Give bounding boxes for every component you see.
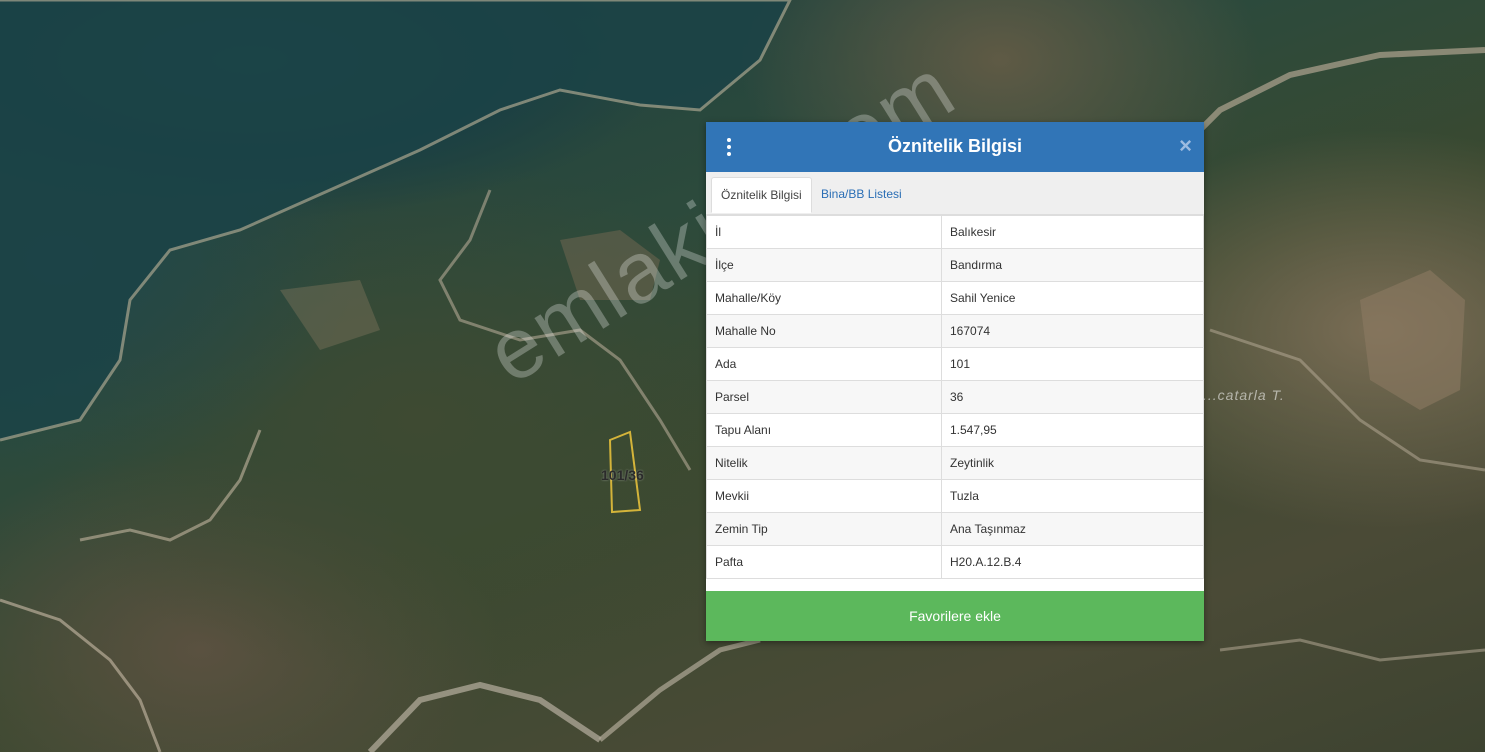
tab-attribute-info[interactable]: Öznitelik Bilgisi [711,177,812,213]
attribute-value: 1.547,95 [941,413,1204,447]
attribute-key: Mahalle/Köy [706,281,942,315]
field [560,230,660,300]
attribute-value: Balıkesir [941,215,1204,249]
road [367,681,602,752]
attribute-value: Ana Taşınmaz [941,512,1204,546]
table-row: Tapu Alanı 1.547,95 [706,413,1204,447]
attribute-key: Mevkii [706,479,942,513]
attribute-value: H20.A.12.B.4 [941,545,1204,579]
place-label: ...catarla T. [1203,387,1285,403]
table-row: Mahalle/Köy Sahil Yenice [706,281,1204,315]
road [598,637,761,742]
road [438,189,692,471]
attribute-value: 167074 [941,314,1204,348]
attribute-value: Zeytinlik [941,446,1204,480]
road [0,598,162,752]
parcel-label[interactable]: 101/36 [601,467,644,483]
table-row: İlçe Bandırma [706,248,1204,282]
sea-area [0,0,790,440]
table-row: Zemin Tip Ana Taşınmaz [706,512,1204,546]
table-row: Parsel 36 [706,380,1204,414]
field [280,280,380,350]
road [1197,47,1485,133]
road [1219,638,1485,662]
dialog-title: Öznitelik Bilgisi [887,136,1023,156]
tab-building-list[interactable]: Bina/BB Listesi [812,177,911,213]
table-row: Mevkii Tuzla [706,479,1204,513]
dialog-header: Öznitelik Bilgisi × [706,122,1204,172]
attribute-key: Parsel [706,380,942,414]
table-row: Ada 101 [706,347,1204,381]
attribute-value: 36 [941,380,1204,414]
close-icon[interactable]: × [1179,134,1192,158]
table-row: Mahalle No 167074 [706,314,1204,348]
attribute-value: Tuzla [941,479,1204,513]
attribute-info-dialog: Öznitelik Bilgisi × Öznitelik Bilgisi Bi… [706,122,1204,641]
attribute-key: Mahalle No [706,314,942,348]
table-row: Nitelik Zeytinlik [706,446,1204,480]
field [1360,270,1465,410]
attribute-value: Bandırma [941,248,1204,282]
attribute-key: Zemin Tip [706,512,942,546]
attribute-key: Tapu Alanı [706,413,942,447]
attribute-value: 101 [941,347,1204,381]
dialog-tabs: Öznitelik Bilgisi Bina/BB Listesi [706,172,1204,215]
attribute-key: Ada [706,347,942,381]
attribute-table: İl Balıkesir İlçe Bandırma Mahalle/Köy Sahil … [706,215,1204,579]
road [79,429,262,542]
attribute-value: Sahil Yenice [941,281,1204,315]
table-row: İl Balıkesir [706,215,1204,249]
attribute-key: Nitelik [706,446,942,480]
table-row: Pafta H20.A.12.B.4 [706,545,1204,579]
attribute-key: İl [706,215,942,249]
attribute-key: İlçe [706,248,942,282]
add-favorites-button[interactable]: Favorilere ekle [706,591,1204,641]
attribute-key: Pafta [706,545,942,579]
